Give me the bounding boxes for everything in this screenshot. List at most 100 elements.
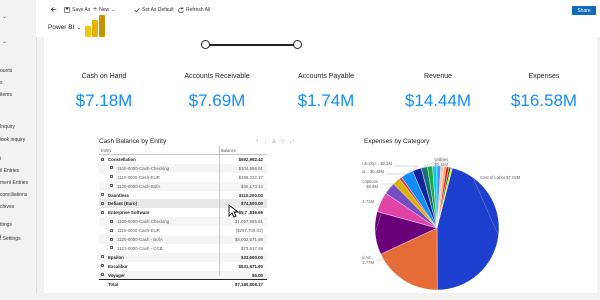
date-range-slider-track[interactable]: [206, 44, 298, 46]
kpi-value-expenses: $16.58M: [510, 91, 578, 110]
table-row[interactable]: Defiant (Euro) $74,500.00: [99, 199, 267, 209]
focus-mode-icon[interactable]: ⤢: [290, 139, 294, 145]
column-header-entity[interactable]: Entity: [101, 148, 111, 153]
table-row[interactable]: 1120-0000-Cash - BofA $5,002,571.86: [99, 235, 267, 244]
sidebar-item-4[interactable]: items: [0, 92, 36, 98]
left-nav-sidebar: ⌄ ⌄ ounts s items Inquiry iook inquiry i…: [0, 0, 37, 300]
collapse-icon[interactable]: [101, 210, 104, 214]
filter-icon[interactable]: ▽: [281, 139, 285, 145]
table-body: Constellation $592,992.42 1100-0000-Cash-C…: [99, 155, 267, 280]
sidebar-item-3[interactable]: s: [0, 80, 36, 86]
table-row[interactable]: 1110-0000-Cash-EUR ($297,709.02): [99, 226, 267, 235]
sidebar-item-11[interactable]: chives: [0, 204, 36, 210]
total-label: Total: [108, 282, 119, 288]
balance-cell: $33,600.00: [241, 254, 263, 260]
entity-cell: 1100-0000-Cash-Checking: [117, 219, 170, 225]
expand-icon[interactable]: [101, 193, 104, 197]
chevron-down-icon: ⌄: [111, 6, 116, 13]
sidebar-item-0[interactable]: ⌄: [0, 13, 36, 20]
column-header-balance[interactable]: Balance: [221, 148, 236, 153]
refresh-all-button[interactable]: Refresh All: [178, 5, 210, 14]
back-button[interactable]: [50, 5, 57, 14]
entity-cell: Excalibur: [108, 263, 128, 269]
kpi-value-cash-on-hand: $7.18M: [75, 91, 133, 110]
table-row[interactable]: Enterprise Software $5,7 ,836.95: [99, 208, 267, 217]
expand-icon[interactable]: [101, 201, 104, 205]
sidebar-item-6[interactable]: iook inquiry: [0, 137, 36, 143]
balance-cell: $104,586.91: [238, 165, 263, 171]
share-button[interactable]: Share: [572, 6, 596, 15]
entity-cell: 1121-0000-Cash - CCB: [117, 245, 163, 251]
balance-cell: $40,173.14: [241, 183, 263, 189]
new-button[interactable]: + New ⌄: [93, 5, 115, 14]
expenses-pie-chart[interactable]: Cost of Labor $7.02M Other General Ad...$…: [338, 150, 582, 291]
kpi-label-cash-on-hand: Cash on Hand: [81, 73, 127, 80]
kpi-value-accounts-payable: $1.74M: [297, 91, 355, 110]
table-row[interactable]: Excalibur $531,671.80: [99, 262, 267, 271]
powerbi-logo-icon: [85, 15, 105, 37]
pie-svg: Cost of Labor $7.02M Other General Ad...$…: [338, 157, 521, 291]
powerbi-menu[interactable]: Power BI ⌄: [48, 24, 81, 31]
back-arrow-icon: [50, 7, 57, 12]
chevron-down-icon: ⌄: [76, 25, 82, 31]
expand-icon[interactable]: [110, 237, 113, 241]
expand-icon[interactable]: [101, 273, 104, 277]
table-total-row: Total $7,180,808.17: [99, 279, 267, 289]
expand-icon[interactable]: [110, 184, 113, 188]
expand-icon[interactable]: [101, 264, 104, 268]
save-as-button[interactable]: Save As: [64, 5, 90, 14]
sidebar-item-5[interactable]: Inquiry: [0, 124, 36, 130]
table-row[interactable]: 1121-0000-Cash - CCB $73,617.69: [99, 244, 267, 253]
visual-header-tools: ⇡ ↓ ⇊ ▽ ⤢: [255, 139, 294, 145]
entity-cell: 1110-0000-Cash-EUR: [117, 228, 160, 234]
balance-cell: $1,057,585.61: [234, 219, 263, 225]
drill-down-icon[interactable]: ↓: [264, 139, 267, 145]
expenses-chart-title: Expenses by Category: [364, 138, 430, 145]
column-divider[interactable]: [219, 146, 220, 276]
expand-icon[interactable]: [110, 219, 113, 223]
pie-data-label: Dues & Subscriptions$0.8M: [362, 179, 379, 189]
slider-handle-end[interactable]: [293, 40, 302, 49]
total-balance: $7,180,808.17: [234, 282, 263, 288]
expand-icon[interactable]: [110, 228, 113, 232]
table-row[interactable]: Constellation $592,992.42: [99, 155, 267, 164]
table-row[interactable]: Dauntless $110,200.00: [99, 191, 267, 200]
powerbi-header: Power BI ⌄: [36, 19, 600, 37]
expand-icon[interactable]: [110, 246, 113, 250]
pin-icon[interactable]: ⇡: [255, 139, 259, 145]
pie-data-label: Cost of Labor $7.02M: [480, 175, 521, 180]
pie-data-label: Postage & Shp... $0.3M: [362, 161, 393, 166]
slider-handle-start[interactable]: [201, 40, 210, 49]
sidebar-item-14[interactable]: l Settings: [0, 236, 36, 242]
cash-balance-table: Entity Balance Constellation $592,992.42 1…: [99, 146, 267, 289]
sidebar-item-9[interactable]: ment Entries: [0, 180, 36, 186]
sidebar-item-8[interactable]: il Entries: [0, 168, 36, 174]
cash-table-title: Cash Balance by Entity: [99, 138, 167, 145]
table-row[interactable]: Voyager $5.00: [99, 270, 267, 280]
table-row[interactable]: Epsilon $33,600.00: [99, 252, 267, 262]
expand-all-icon[interactable]: ⇊: [272, 139, 276, 145]
table-row[interactable]: 1110-0000-Cash-EUR $398,222.37: [99, 173, 267, 182]
pie-data-label: Utilities $0.11M: [434, 157, 448, 167]
expand-icon[interactable]: [110, 175, 113, 179]
balance-cell: $5.00: [252, 272, 263, 278]
balance-cell: $592,992.42: [238, 157, 263, 162]
pie-data-label: Other General Ad...$2.77M: [362, 255, 375, 265]
table-row[interactable]: 1120-0000-Cash-BofA $40,173.14: [99, 181, 267, 191]
sidebar-item-1[interactable]: ⌄: [0, 38, 36, 45]
set-default-button[interactable]: Set As Default: [134, 5, 174, 14]
sidebar-item-7[interactable]: i: [0, 156, 36, 162]
sidebar-item-2[interactable]: ounts: [0, 68, 36, 74]
table-row[interactable]: 1100-0000-Cash-Checking $1,057,585.61: [99, 217, 267, 227]
sidebar-item-10[interactable]: conciliations: [0, 192, 36, 198]
collapse-icon[interactable]: [101, 157, 104, 161]
balance-cell: $73,617.69: [241, 245, 263, 251]
sidebar-item-12[interactable]: ttings: [0, 222, 36, 228]
table-row[interactable]: 1100-0000-Cash-Checking $104,586.91: [99, 163, 267, 173]
chevron-down-icon: ⌄: [2, 14, 8, 20]
entity-cell: 1100-0000-Cash-Checking: [117, 165, 170, 171]
expand-icon[interactable]: [110, 166, 113, 170]
expand-icon[interactable]: [101, 255, 104, 259]
pie-data-label: Insurance $1.71M: [362, 199, 375, 204]
chevron-down-icon: ⌄: [2, 39, 8, 45]
